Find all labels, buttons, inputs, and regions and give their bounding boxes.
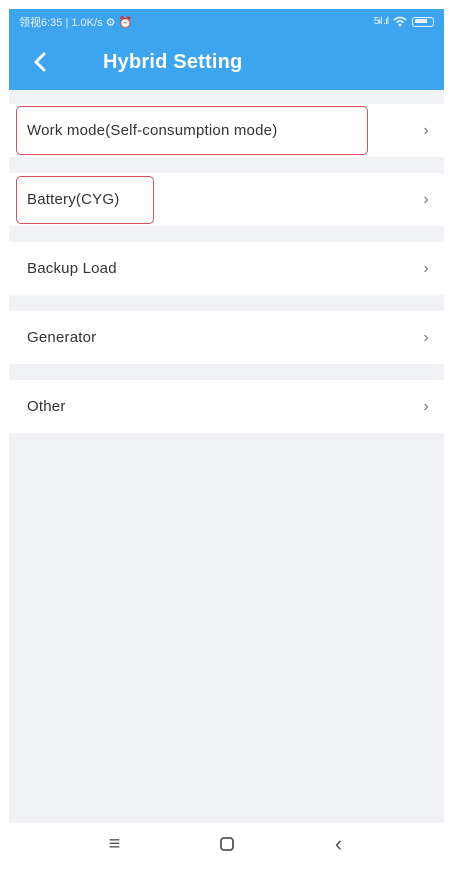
menu-item-label: Generator (27, 329, 97, 346)
status-right: 5ıl .ıl (374, 16, 434, 27)
menu-icon: ≡ (108, 832, 121, 855)
chevron-right-icon: › (423, 397, 429, 415)
menu-item-work-mode[interactable]: Work mode(Self-consumption mode) › (9, 104, 444, 157)
nav-back-button[interactable]: ‹ (327, 831, 351, 856)
back-button[interactable] (9, 52, 103, 72)
app-screen: 领视6:35 | 1.0K/s ⚙ ⏰ 5ıl .ıl Hybrid Setti… (9, 9, 444, 865)
nav-home-button[interactable] (215, 832, 239, 856)
menu-item-label: Other (27, 398, 66, 415)
highlight-box (16, 106, 368, 155)
menu-item-generator[interactable]: Generator › (9, 311, 444, 364)
chevron-left-icon (34, 52, 46, 72)
battery-icon (412, 16, 434, 27)
chevron-right-icon: › (423, 121, 429, 139)
menu-item-label: Backup Load (27, 260, 117, 277)
signal-icon: 5ıl .ıl (373, 16, 389, 27)
chevron-right-icon: › (423, 328, 429, 346)
menu-item-other[interactable]: Other › (9, 380, 444, 433)
app-header: Hybrid Setting (9, 34, 444, 90)
square-icon (219, 837, 234, 851)
status-left-text: 领视6:35 | 1.0K/s ⚙ ⏰ (19, 16, 133, 29)
menu-item-backup-load[interactable]: Backup Load › (9, 242, 444, 295)
wifi-icon (393, 16, 407, 27)
status-bar: 领视6:35 | 1.0K/s ⚙ ⏰ 5ıl .ıl (9, 9, 444, 34)
chevron-right-icon: › (423, 259, 429, 277)
menu-item-battery[interactable]: Battery(CYG) › (9, 173, 444, 226)
page-title: Hybrid Setting (103, 50, 243, 73)
system-nav-bar: ≡ ‹ (9, 823, 444, 865)
highlight-box (16, 176, 154, 224)
settings-list: Work mode(Self-consumption mode) › Batte… (9, 90, 444, 433)
back-icon: ‹ (334, 831, 343, 856)
chevron-right-icon: › (423, 190, 429, 208)
nav-menu-button[interactable]: ≡ (103, 832, 127, 856)
